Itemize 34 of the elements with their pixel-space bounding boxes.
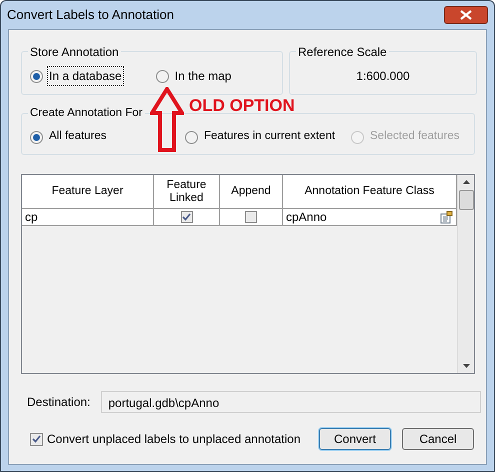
- window-title: Convert Labels to Annotation: [7, 6, 174, 24]
- radio-label: Selected features: [369, 129, 461, 144]
- column-header[interactable]: Annotation Feature Class: [283, 175, 457, 208]
- radio-label: In a database: [47, 66, 124, 86]
- scroll-thumb[interactable]: [458, 190, 474, 210]
- up-arrow-drawing: [150, 87, 184, 152]
- checkbox[interactable]: [180, 211, 192, 223]
- radio-label: All features: [48, 129, 108, 144]
- destination-field[interactable]: portugal.gdb\cpAnno: [101, 391, 482, 413]
- scroll-bar[interactable]: [457, 175, 474, 373]
- column-header[interactable]: Feature Layer: [22, 175, 154, 208]
- close-icon: [460, 10, 472, 20]
- radio-button[interactable]: [30, 130, 43, 144]
- close-button[interactable]: [444, 6, 488, 24]
- radio-button[interactable]: [156, 70, 169, 82]
- table-cell: cp: [22, 209, 154, 225]
- field-label: Destination:: [27, 394, 90, 411]
- radio-button[interactable]: [185, 130, 198, 144]
- scroll-up-icon[interactable]: [462, 179, 470, 185]
- scroll-down-icon[interactable]: [462, 363, 470, 369]
- checkbox-label: Convert unplaced labels to unplaced annotation: [47, 431, 301, 448]
- checkbox[interactable]: [245, 211, 257, 223]
- properties-icon[interactable]: [440, 210, 453, 224]
- radio-button[interactable]: [30, 70, 43, 82]
- checkbox[interactable]: [30, 432, 43, 446]
- scale-value: 1:600.000: [356, 68, 410, 85]
- dialog-button[interactable]: Cancel: [402, 428, 474, 450]
- annotation-text: OLD OPTION: [189, 95, 295, 117]
- radio-label: In the map: [174, 68, 232, 85]
- table-cell-text: cpAnno: [286, 209, 327, 226]
- radio-label: Features in current extent: [203, 129, 336, 144]
- column-header[interactable]: Feature Linked: [154, 175, 220, 208]
- column-header[interactable]: Append: [220, 175, 283, 208]
- dialog-button[interactable]: Convert: [319, 428, 391, 450]
